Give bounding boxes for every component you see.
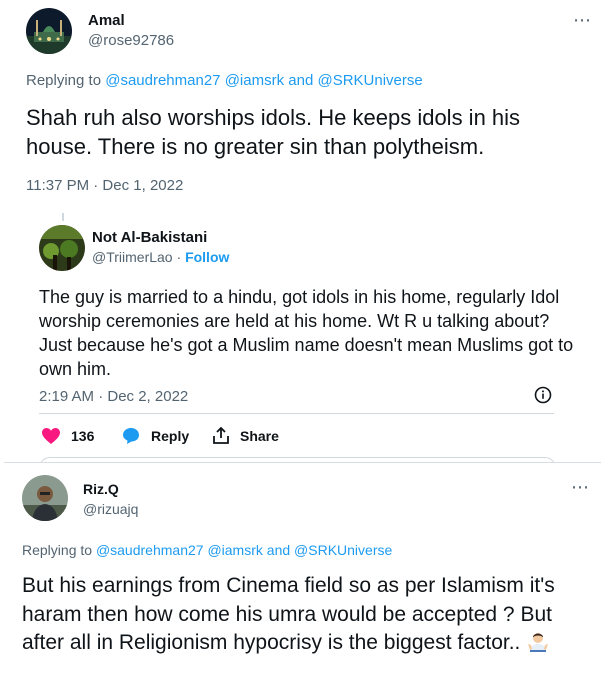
tweet-text-content: But his earnings from Cinema field so as… <box>22 574 555 654</box>
mention-link[interactable]: @iamsrk <box>225 72 284 89</box>
mention-link[interactable]: @saudrehman27 <box>105 72 220 89</box>
replying-to-label: Replying to <box>22 542 93 558</box>
info-icon[interactable] <box>534 386 552 404</box>
tweet-text: But his earnings from Cinema field so as… <box>22 572 597 662</box>
tweet-text: The guy is married to a hindu, got idols… <box>39 287 574 379</box>
reply-label: Reply <box>151 428 190 444</box>
avatar[interactable] <box>39 225 85 271</box>
timestamp[interactable]: 2:19 AM · Dec 2, 2022 <box>39 388 188 405</box>
author-handle[interactable]: @rizuajq <box>83 501 138 517</box>
like-button[interactable]: 136 <box>41 427 94 445</box>
thread-line <box>62 213 64 221</box>
timestamp[interactable]: 11:37 PM · Dec 1, 2022 <box>26 177 183 194</box>
share-upload-icon <box>213 427 229 444</box>
follow-button[interactable]: Follow <box>185 249 229 265</box>
heart-icon <box>42 428 60 444</box>
avatar[interactable] <box>26 8 72 54</box>
mention-link[interactable]: @saudrehman27 <box>96 542 204 558</box>
mention-link[interactable]: @iamsrk <box>207 542 262 558</box>
author-handle-line: @TriimerLao · Follow <box>92 249 229 265</box>
replying-to-label: Replying to <box>26 72 102 89</box>
divider <box>39 413 554 414</box>
tweet-text: Shah ruh also worships idols. He keeps i… <box>26 105 521 159</box>
separator-dot: · <box>176 249 182 265</box>
mention-and: and <box>288 72 314 89</box>
mention-link[interactable]: @SRKUniverse <box>294 542 392 558</box>
author-name[interactable]: Not Al-Bakistani <box>92 229 207 246</box>
share-label: Share <box>240 428 279 444</box>
mention-link[interactable]: @SRKUniverse <box>317 72 422 89</box>
avatar[interactable] <box>22 475 68 521</box>
author-name[interactable]: Riz.Q <box>83 481 119 497</box>
quoted-tweet[interactable]: Not Al-Bakistani @TriimerLao · Follow Th… <box>27 213 580 479</box>
more-options-icon[interactable]: ⋯ <box>571 477 590 498</box>
replying-to: Replying to @saudrehman27 @iamsrk and @S… <box>26 72 423 89</box>
like-count: 136 <box>71 428 95 444</box>
reply-button[interactable]: Reply <box>121 427 189 445</box>
author-name[interactable]: Amal <box>88 12 125 29</box>
share-button[interactable]: Share <box>212 427 279 445</box>
shrug-emoji-icon <box>526 629 550 662</box>
author-handle[interactable]: @rose92786 <box>88 32 174 49</box>
more-options-icon[interactable]: ⋯ <box>573 10 592 31</box>
author-handle[interactable]: @TriimerLao <box>92 249 173 265</box>
replying-to: Replying to @saudrehman27 @iamsrk and @S… <box>22 542 392 558</box>
mention-and: and <box>266 542 291 558</box>
tweet-amal: Amal @rose92786 ⋯ Replying to @saudrehma… <box>10 0 595 213</box>
reply-bubble-icon <box>123 428 139 444</box>
tweet-rizq: Riz.Q @rizuajq ⋯ Replying to @saudrehman… <box>4 463 601 700</box>
